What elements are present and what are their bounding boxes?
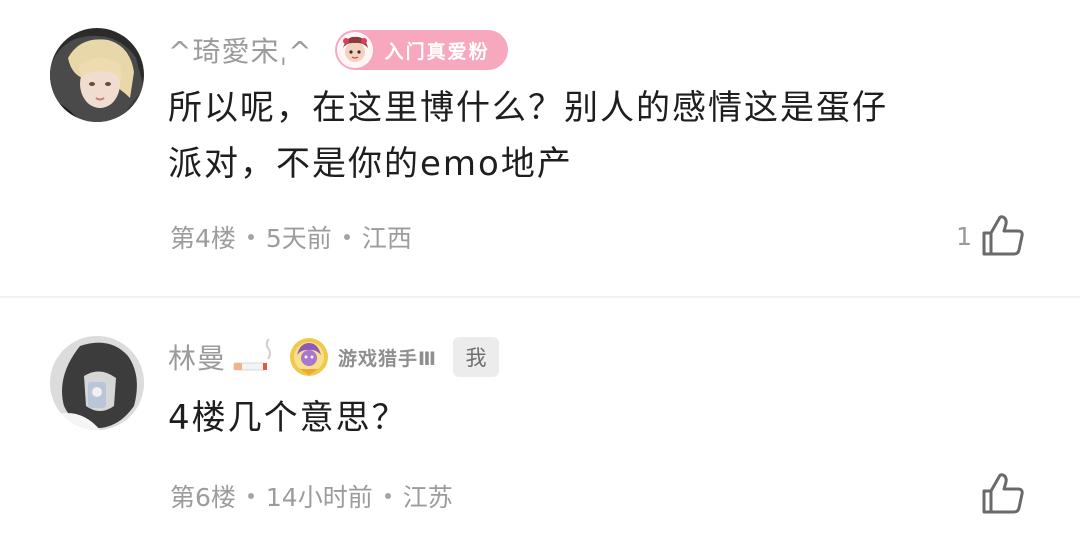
like-button[interactable]	[972, 470, 1026, 518]
comment-text-line: 4楼几个意思？	[168, 398, 408, 438]
avatar[interactable]	[50, 336, 144, 430]
player-title: 游戏猎手Ⅲ	[338, 347, 437, 370]
comment-text: 所以呢，在这里博什么？别人的感情这是蛋仔 派对，不是你的emo地产	[168, 80, 1028, 192]
separator-dot	[247, 234, 254, 240]
medal-icon[interactable]	[288, 335, 330, 379]
comment-meta: 第4楼 5天前 江西	[170, 219, 412, 255]
ip-location: 江苏	[402, 483, 453, 512]
floor-number: 第6楼	[170, 483, 236, 512]
thumbs-up-icon[interactable]	[980, 213, 1026, 259]
floor-number: 第4楼	[170, 224, 236, 253]
ip-location: 江西	[361, 224, 412, 253]
like-button[interactable]: 1	[956, 212, 1026, 260]
avatar[interactable]	[50, 28, 144, 122]
separator-dot	[384, 493, 391, 499]
badge-avatar-icon	[336, 32, 373, 68]
fan-badge-label: 入门真爱粉	[384, 40, 490, 63]
username[interactable]: 林曼	[168, 337, 226, 377]
thumbs-up-icon[interactable]	[980, 471, 1026, 517]
comment-text-line: 所以呢，在这里博什么？别人的感情这是蛋仔	[168, 88, 888, 128]
username[interactable]: ^琦愛宋ˌ^	[168, 30, 313, 70]
comment-text-line: 派对，不是你的emo地产	[168, 144, 573, 184]
comment-item: 林曼 游戏猎手Ⅲ 我 4楼几个意思？ 第6楼 14小时前 江苏	[0, 298, 1080, 536]
comment-item: ^琦愛宋ˌ^ 入门真爱粉 所以呢，在这里博什么？别人的感情这是蛋仔 派对，不是你…	[0, 0, 1080, 296]
like-count: 1	[956, 221, 972, 251]
separator-dot	[247, 493, 254, 499]
fan-badge[interactable]: 入门真爱粉	[334, 30, 508, 70]
comment-meta: 第6楼 14小时前 江苏	[170, 478, 453, 514]
post-time: 5天前	[265, 224, 332, 253]
user-info-row: 林曼 游戏猎手Ⅲ 我	[168, 336, 499, 378]
comment-text: 4楼几个意思？	[168, 390, 1028, 446]
user-info-row: ^琦愛宋ˌ^ 入门真爱粉	[168, 29, 508, 71]
cigarette-icon	[230, 337, 274, 377]
post-time: 14小时前	[265, 483, 373, 512]
separator-dot	[343, 234, 350, 240]
me-tag: 我	[452, 337, 499, 377]
